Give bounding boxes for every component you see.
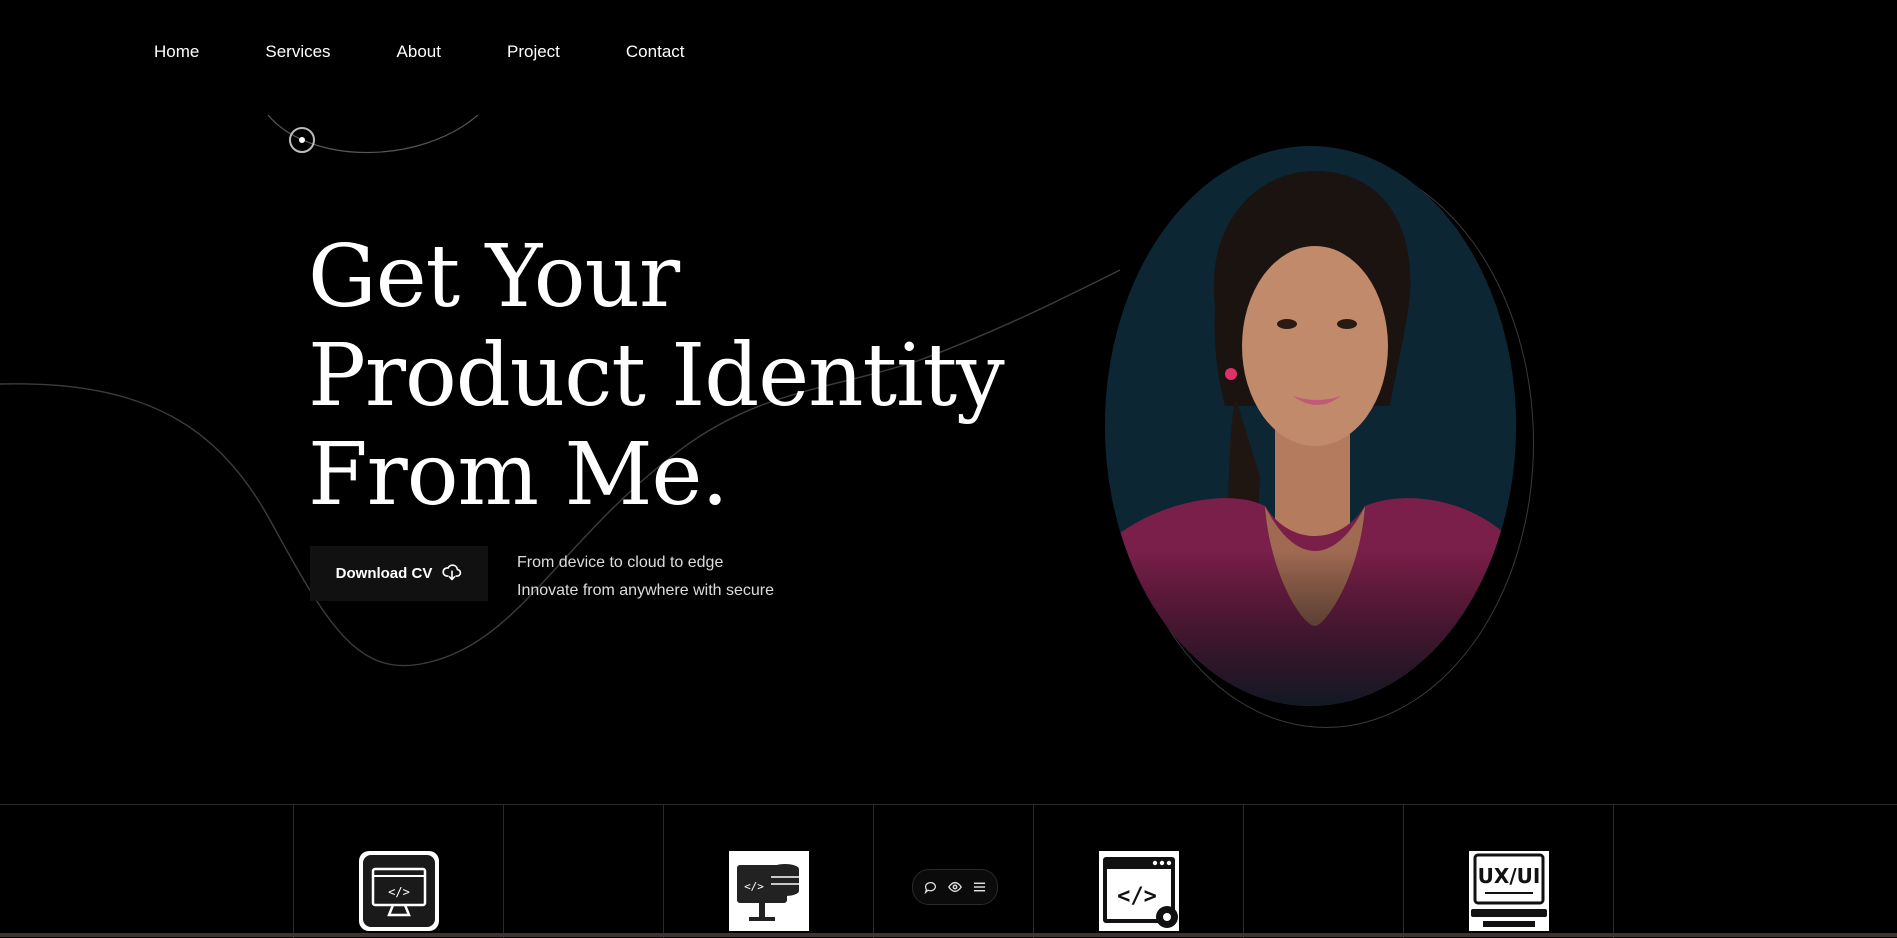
ux-ui-laptop-icon[interactable]: UX/UI (1469, 851, 1549, 931)
divider (1613, 805, 1614, 938)
nav-contact[interactable]: Contact (626, 42, 685, 62)
database-monitor-icon[interactable]: </> (729, 851, 809, 931)
nav-about[interactable]: About (397, 42, 441, 62)
bottom-bar (0, 933, 1897, 937)
eye-icon[interactable] (948, 880, 962, 894)
list-icon[interactable] (973, 880, 987, 894)
code-window-gear-icon[interactable]: </> (1099, 851, 1179, 931)
divider (873, 805, 874, 938)
nav-services[interactable]: Services (265, 42, 330, 62)
floating-toolbar (912, 869, 998, 905)
download-cv-button[interactable]: Download CV (310, 546, 488, 601)
tagline-line-2: Innovate from anywhere with secure (517, 582, 775, 599)
divider (293, 805, 294, 938)
cloud-download-icon (442, 563, 462, 585)
tagline-line-1: From device to cloud to edge (517, 554, 724, 571)
hero-title: Get Your Product Identity From Me. (308, 227, 1005, 525)
services-strip: </> </> </> UX/UI (0, 804, 1897, 938)
hero-title-line-1: Get Your (308, 227, 680, 327)
scroll-indicator[interactable] (289, 127, 315, 153)
download-cv-label: Download CV (335, 565, 433, 582)
svg-text:UX/UI: UX/UI (1478, 864, 1541, 888)
nav-project[interactable]: Project (507, 42, 560, 62)
divider (1033, 805, 1034, 938)
comment-icon[interactable] (924, 880, 938, 894)
svg-text:</>: </> (744, 880, 764, 893)
divider (1403, 805, 1404, 938)
svg-text:</>: </> (1117, 884, 1157, 909)
monitor-code-icon[interactable]: </> (359, 851, 439, 931)
hero-title-line-3: From Me. (308, 425, 729, 525)
hero-tagline: From device to cloud to edge Innovate fr… (517, 549, 774, 605)
divider (1243, 805, 1244, 938)
svg-text:</>: </> (388, 885, 410, 899)
portrait-photo (1105, 146, 1516, 706)
main-nav: Home Services About Project Contact (154, 42, 685, 62)
divider (503, 805, 504, 938)
divider (663, 805, 664, 938)
hero-title-line-2: Product Identity (308, 326, 1005, 426)
nav-home[interactable]: Home (154, 42, 199, 62)
